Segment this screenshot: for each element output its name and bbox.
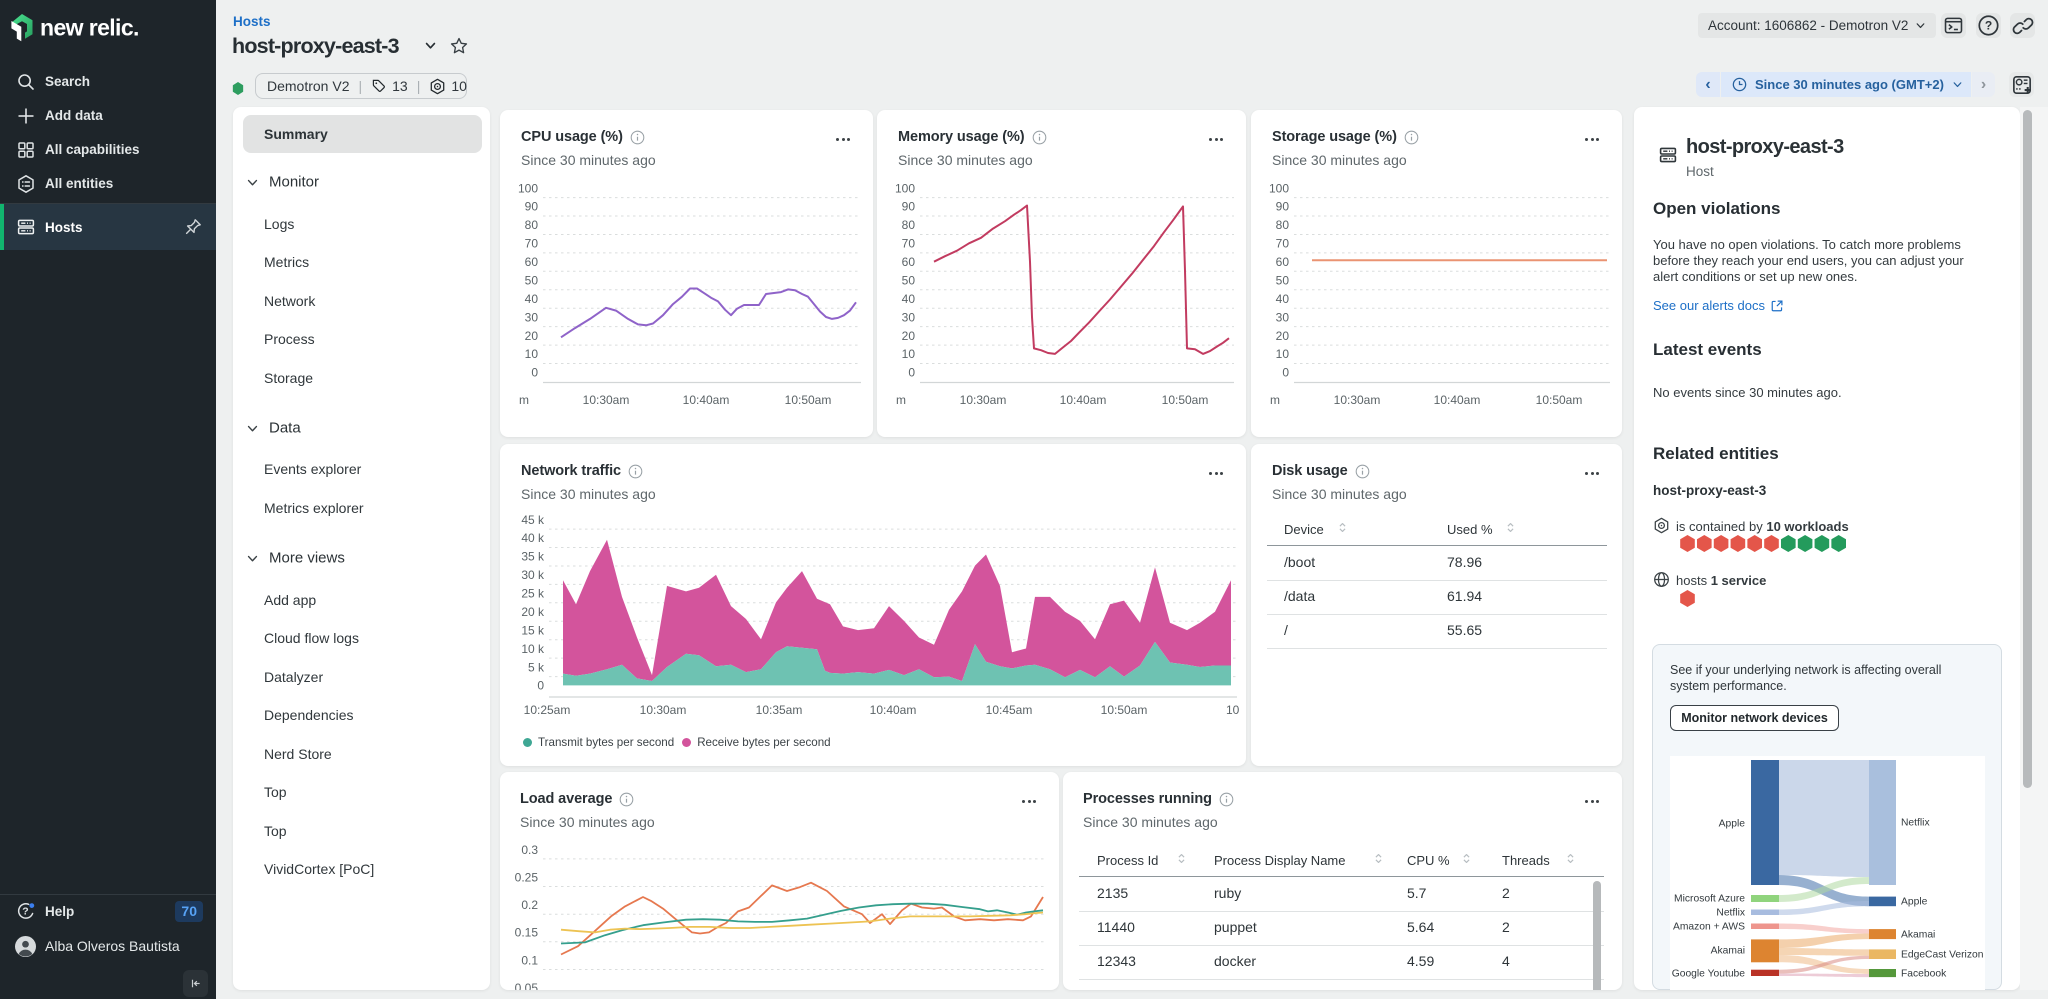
svg-text:25 k: 25 k (521, 587, 545, 601)
svg-text:Apple: Apple (1719, 819, 1746, 830)
svg-text:0: 0 (908, 366, 915, 380)
svg-text:Netflix: Netflix (1901, 818, 1930, 829)
svg-text:90: 90 (525, 200, 539, 214)
svg-text:70: 70 (1276, 237, 1290, 251)
svg-text:5 k: 5 k (528, 660, 545, 674)
svg-text:70: 70 (525, 237, 539, 251)
svg-text:100: 100 (518, 181, 538, 195)
svg-text:0: 0 (537, 679, 544, 693)
svg-text:0: 0 (531, 366, 538, 380)
svg-text:0.3: 0.3 (521, 843, 538, 857)
svg-text:Apple: Apple (1901, 897, 1928, 908)
svg-text:15 k: 15 k (521, 623, 545, 637)
svg-text:70: 70 (902, 237, 916, 251)
svg-text:10:30am: 10:30am (583, 393, 630, 407)
svg-text:10:40am: 10:40am (870, 703, 917, 717)
svg-text:50: 50 (902, 274, 916, 288)
svg-text:60: 60 (1276, 255, 1290, 269)
svg-text:EdgeCast Verizon: EdgeCast Verizon (1901, 950, 1984, 961)
svg-text:40: 40 (525, 292, 539, 306)
svg-text:10: 10 (1226, 703, 1240, 717)
svg-text:?: ? (22, 905, 28, 917)
svg-text:0.05: 0.05 (515, 981, 539, 990)
svg-text:60: 60 (525, 255, 539, 269)
svg-text:10:50am: 10:50am (1101, 703, 1148, 717)
svg-text:30 k: 30 k (521, 568, 545, 582)
svg-text:m: m (519, 393, 529, 407)
svg-text:50: 50 (525, 274, 539, 288)
svg-text:100: 100 (1269, 181, 1289, 195)
svg-text:10:50am: 10:50am (1162, 393, 1209, 407)
svg-text:20: 20 (902, 329, 916, 343)
svg-text:10:30am: 10:30am (960, 393, 1007, 407)
svg-text:60: 60 (902, 255, 916, 269)
svg-text:10: 10 (1276, 347, 1290, 361)
svg-text:10:40am: 10:40am (1434, 393, 1481, 407)
svg-text:?: ? (1985, 19, 1992, 33)
svg-text:m: m (1270, 393, 1280, 407)
svg-text:50: 50 (1276, 274, 1290, 288)
svg-text:new relic.: new relic. (40, 15, 139, 41)
svg-text:20 k: 20 k (521, 605, 545, 619)
svg-text:Akamai: Akamai (1711, 946, 1745, 957)
svg-text:80: 80 (1276, 218, 1290, 232)
svg-text:0.15: 0.15 (515, 926, 539, 940)
svg-text:100: 100 (895, 181, 915, 195)
svg-text:0.1: 0.1 (521, 953, 538, 967)
svg-text:40: 40 (1276, 292, 1290, 306)
svg-text:10:25am: 10:25am (524, 703, 571, 717)
svg-text:10:30am: 10:30am (1334, 393, 1381, 407)
svg-text:10:30am: 10:30am (640, 703, 687, 717)
svg-text:10 k: 10 k (521, 642, 545, 656)
svg-text:Google Youtube: Google Youtube (1672, 969, 1746, 980)
svg-text:Amazon + AWS: Amazon + AWS (1673, 922, 1745, 933)
svg-text:Facebook: Facebook (1901, 969, 1947, 980)
svg-text:0.2: 0.2 (521, 898, 538, 912)
svg-text:35 k: 35 k (521, 550, 545, 564)
svg-text:10:35am: 10:35am (756, 703, 803, 717)
svg-text:10:40am: 10:40am (683, 393, 730, 407)
svg-text:80: 80 (902, 218, 916, 232)
svg-text:90: 90 (1276, 200, 1290, 214)
svg-text:Netflix: Netflix (1716, 908, 1745, 919)
svg-text:30: 30 (525, 310, 539, 324)
svg-text:20: 20 (1276, 329, 1290, 343)
svg-text:40: 40 (902, 292, 916, 306)
svg-text:10:45am: 10:45am (986, 703, 1033, 717)
svg-text:0.25: 0.25 (515, 870, 539, 884)
svg-text:20: 20 (525, 329, 539, 343)
svg-text:30: 30 (1276, 310, 1290, 324)
svg-text:10:50am: 10:50am (785, 393, 832, 407)
svg-text:45 k: 45 k (521, 514, 545, 527)
svg-text:10:40am: 10:40am (1060, 393, 1107, 407)
svg-text:Microsoft Azure: Microsoft Azure (1674, 894, 1745, 905)
svg-text:10: 10 (902, 347, 916, 361)
svg-text:0: 0 (1282, 366, 1289, 380)
svg-text:90: 90 (902, 200, 916, 214)
svg-text:10:50am: 10:50am (1536, 393, 1583, 407)
svg-text:40 k: 40 k (521, 531, 545, 545)
svg-text:Akamai: Akamai (1901, 930, 1935, 941)
svg-text:m: m (896, 393, 906, 407)
svg-text:10: 10 (525, 347, 539, 361)
svg-text:30: 30 (902, 310, 916, 324)
svg-text:80: 80 (525, 218, 539, 232)
